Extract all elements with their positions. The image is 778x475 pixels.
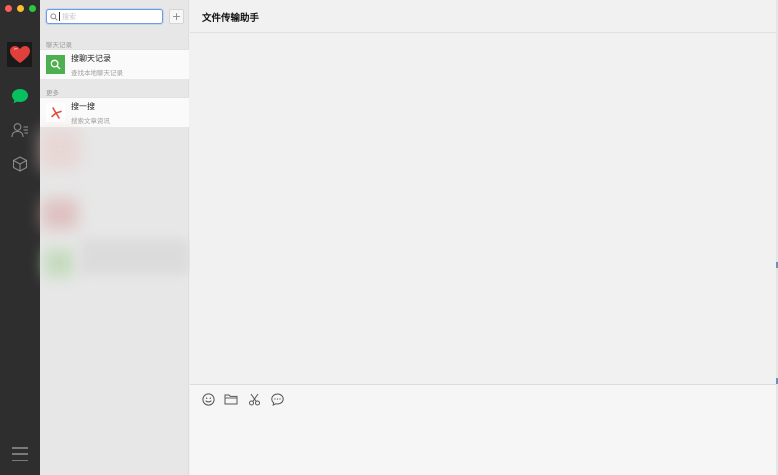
text-caret: [59, 12, 60, 21]
emoji-button[interactable]: [201, 392, 215, 406]
scissors-icon: [248, 393, 260, 405]
blurred-chat-list: [40, 129, 189, 289]
section-label-chat-history: 聊天记录: [46, 41, 72, 49]
plus-icon: +: [171, 10, 182, 23]
result-title: 搜一搜: [71, 101, 95, 111]
message-input-area[interactable]: [190, 385, 778, 475]
screenshot-button[interactable]: [247, 392, 261, 406]
result-subtitle: 查找本地聊天记录: [71, 68, 123, 77]
search-panel: + 聊天记录 搜聊天记录 查找本地聊天记录 更多 搜一搜 搜索文章资: [40, 0, 189, 475]
chat-title: 文件传输助手: [202, 13, 260, 24]
discover-nav-button[interactable]: [9, 153, 31, 175]
maximize-window-button[interactable]: [29, 5, 36, 12]
search-icon: [50, 12, 58, 21]
search-box[interactable]: [46, 9, 163, 24]
add-button[interactable]: +: [169, 9, 184, 24]
chat-bubble-icon: [270, 392, 284, 406]
contacts-icon: [11, 123, 28, 138]
search-input[interactable]: [62, 12, 158, 21]
result-subtitle: 搜索文章资讯: [71, 116, 110, 125]
chat-window: 文件传输助手: [190, 0, 778, 475]
cube-icon: [12, 156, 28, 172]
emoji-icon: [201, 392, 215, 406]
souyisou-icon: [50, 106, 62, 119]
result-thumb: [46, 103, 65, 122]
result-souyisou[interactable]: 搜一搜 搜索文章资讯: [40, 97, 189, 127]
result-thumb: [46, 55, 65, 74]
chat-header: 文件传输助手: [190, 0, 778, 33]
search-icon: [50, 59, 61, 70]
menu-icon[interactable]: [12, 447, 28, 461]
window-controls: [5, 5, 36, 12]
result-title: 搜聊天记录: [71, 53, 111, 63]
section-label-more: 更多: [46, 89, 59, 97]
heart-icon: [9, 45, 30, 63]
minimize-window-button[interactable]: [17, 5, 24, 12]
chat-bubble-icon: [12, 89, 28, 104]
send-file-button[interactable]: [224, 392, 238, 406]
user-avatar[interactable]: [7, 42, 32, 67]
search-row: +: [46, 9, 185, 24]
result-search-chat-history[interactable]: 搜聊天记录 查找本地聊天记录: [40, 49, 189, 79]
contacts-nav-button[interactable]: [9, 119, 31, 141]
chat-history-button[interactable]: [270, 392, 284, 406]
chats-nav-button[interactable]: [9, 85, 31, 107]
left-rail: [0, 0, 40, 475]
folder-icon: [224, 394, 238, 405]
close-window-button[interactable]: [5, 5, 12, 12]
